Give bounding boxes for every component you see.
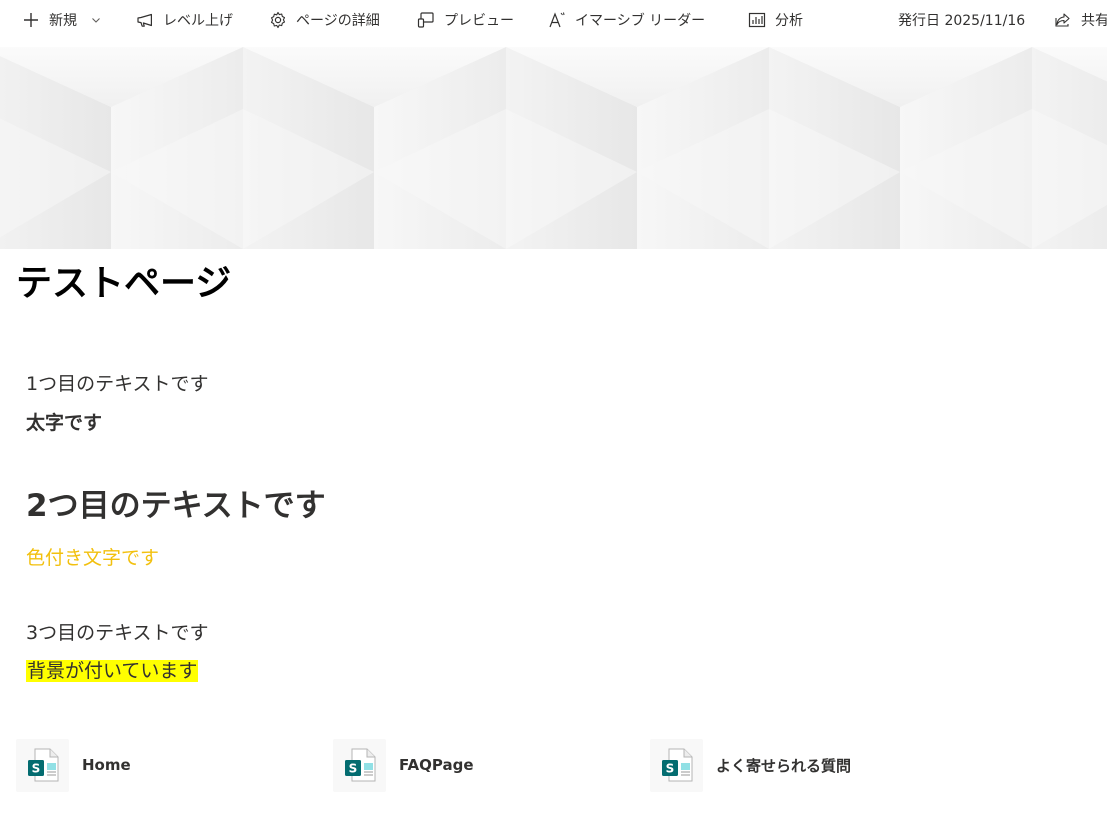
- heading-2: 2つ目のテキストです: [26, 488, 326, 524]
- analytics-icon: [748, 11, 766, 29]
- analytics-button[interactable]: 分析: [748, 0, 803, 40]
- immersive-reader-button[interactable]: イマーシブ リーダー: [548, 0, 705, 40]
- quicklink-faq-jp[interactable]: S よく寄せられる質問: [650, 738, 851, 792]
- page-banner-image: [0, 47, 1107, 249]
- sharepoint-page-icon: S: [650, 738, 703, 792]
- banner-pattern: [0, 47, 1107, 249]
- command-bar: 新規 レベル上げ ページの詳細 プレビュー イマーシブ リーダー 分析 発行日 …: [0, 0, 1107, 40]
- page-details-button[interactable]: ページの詳細: [269, 0, 380, 40]
- immersive-reader-icon: [548, 11, 566, 29]
- new-button[interactable]: 新規: [22, 0, 101, 40]
- analytics-label: 分析: [775, 13, 803, 29]
- chevron-down-icon: [91, 15, 101, 25]
- promote-label: レベル上げ: [163, 13, 233, 29]
- page-title: テストページ: [16, 263, 232, 304]
- svg-text:S: S: [31, 762, 40, 776]
- text-paragraph-1: 1つ目のテキストです: [26, 373, 209, 395]
- plus-icon: [22, 11, 40, 29]
- sharepoint-page-icon: S: [333, 738, 386, 792]
- quicklink-label: Home: [82, 756, 131, 774]
- preview-button[interactable]: プレビュー: [417, 0, 514, 40]
- bold-text: 太字です: [26, 412, 103, 434]
- sharepoint-page-icon: S: [16, 738, 69, 792]
- published-label: 発行日 2025/11/16: [898, 13, 1026, 29]
- highlighted-text: 背景が付いています: [26, 660, 199, 682]
- share-button[interactable]: 共有: [1054, 0, 1107, 40]
- svg-text:S: S: [348, 762, 357, 776]
- share-label: 共有: [1081, 13, 1107, 29]
- preview-icon: [417, 11, 435, 29]
- quicklink-home[interactable]: S Home: [16, 738, 131, 792]
- promote-button[interactable]: レベル上げ: [136, 0, 233, 40]
- gear-icon: [269, 11, 287, 29]
- preview-label: プレビュー: [444, 13, 514, 29]
- highlighted-paragraph: 背景が付いています: [26, 658, 199, 684]
- page-details-label: ページの詳細: [296, 13, 380, 29]
- svg-text:S: S: [665, 762, 674, 776]
- quicklink-label: よく寄せられる質問: [716, 756, 852, 775]
- quicklink-label: FAQPage: [399, 756, 474, 774]
- share-icon: [1054, 11, 1072, 29]
- colored-text: 色付き文字です: [26, 547, 160, 569]
- immersive-reader-label: イマーシブ リーダー: [575, 13, 706, 29]
- quicklink-faqpage[interactable]: S FAQPage: [333, 738, 474, 792]
- text-paragraph-3: 3つ目のテキストです: [26, 622, 209, 644]
- megaphone-icon: [136, 11, 154, 29]
- published-date: 発行日 2025/11/16: [898, 0, 1025, 40]
- new-label: 新規: [49, 13, 77, 29]
